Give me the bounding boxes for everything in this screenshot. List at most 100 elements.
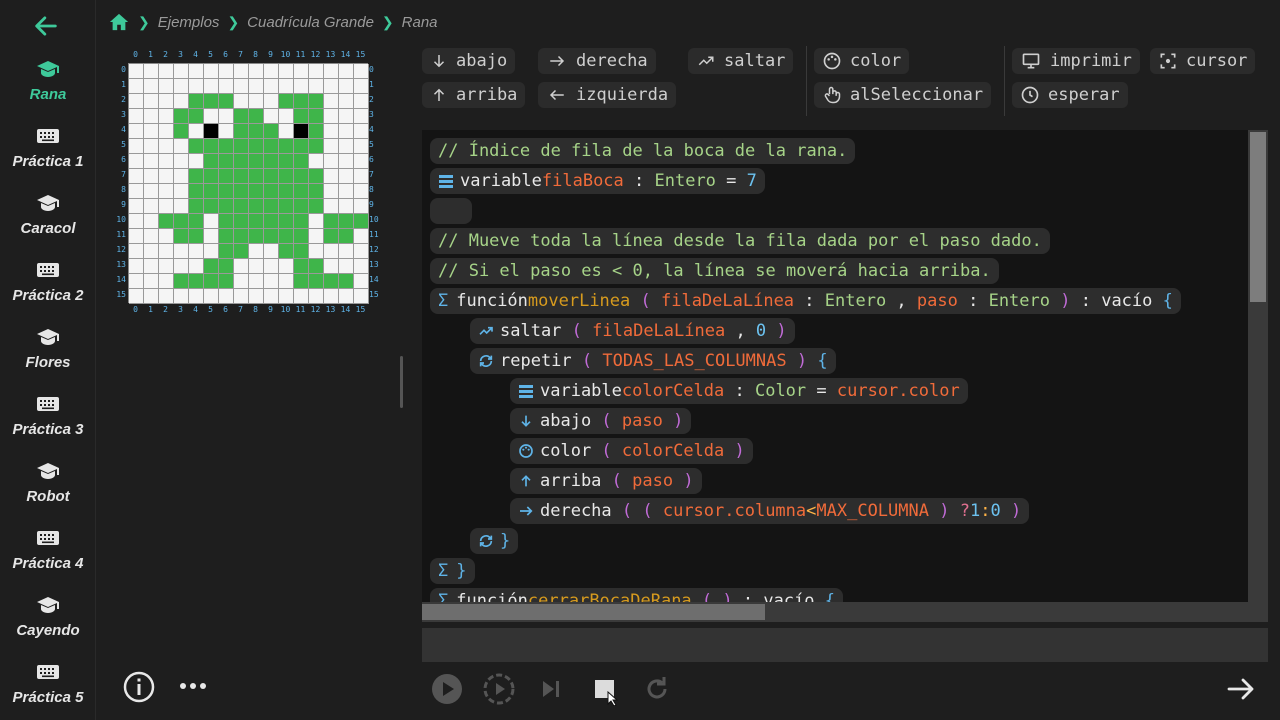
- grid-cell[interactable]: [264, 154, 279, 169]
- grid-cell[interactable]: [144, 109, 159, 124]
- grid-cell[interactable]: [189, 229, 204, 244]
- grid-cell[interactable]: [264, 79, 279, 94]
- grid-cell[interactable]: [129, 109, 144, 124]
- sidebar-item[interactable]: Robot: [0, 462, 96, 522]
- grid-cell[interactable]: [219, 124, 234, 139]
- grid-cell[interactable]: [234, 79, 249, 94]
- grid-cell[interactable]: [354, 94, 369, 109]
- grid-cell[interactable]: [159, 79, 174, 94]
- grid-cell[interactable]: [249, 229, 264, 244]
- info-icon[interactable]: [122, 670, 156, 704]
- grid-cell[interactable]: [159, 289, 174, 304]
- grid-cell[interactable]: [159, 124, 174, 139]
- grid-cell[interactable]: [264, 259, 279, 274]
- grid-cell[interactable]: [204, 124, 219, 139]
- grid-cell[interactable]: [234, 169, 249, 184]
- grid-cell[interactable]: [264, 139, 279, 154]
- grid-cell[interactable]: [279, 139, 294, 154]
- grid-cell[interactable]: [204, 169, 219, 184]
- grid-cell[interactable]: [264, 184, 279, 199]
- grid-cell[interactable]: [219, 289, 234, 304]
- grid-cell[interactable]: [324, 139, 339, 154]
- grid-cell[interactable]: [174, 64, 189, 79]
- grid-cell[interactable]: [249, 169, 264, 184]
- grid-cell[interactable]: [264, 64, 279, 79]
- code-line-comment[interactable]: // Índice de fila de la boca de la rana.: [430, 138, 856, 164]
- grid-cell[interactable]: [279, 169, 294, 184]
- grid-cell[interactable]: [204, 109, 219, 124]
- grid-cell[interactable]: [324, 154, 339, 169]
- grid-cell[interactable]: [144, 274, 159, 289]
- grid-cell[interactable]: [279, 94, 294, 109]
- step-play-icon[interactable]: [482, 672, 516, 706]
- grid-cell[interactable]: [339, 124, 354, 139]
- grid-cell[interactable]: [279, 64, 294, 79]
- grid-cell[interactable]: [234, 139, 249, 154]
- grid-cell[interactable]: [324, 184, 339, 199]
- grid-cell[interactable]: [189, 244, 204, 259]
- grid-cell[interactable]: [249, 139, 264, 154]
- grid-cell[interactable]: [354, 169, 369, 184]
- grid-cell[interactable]: [249, 289, 264, 304]
- grid-cell[interactable]: [144, 199, 159, 214]
- grid-cell[interactable]: [339, 259, 354, 274]
- sidebar-item[interactable]: Flores: [0, 328, 96, 388]
- grid-cell[interactable]: [204, 274, 219, 289]
- grid-cell[interactable]: [174, 79, 189, 94]
- code-line-derecha[interactable]: derecha ( ( cursor.columna < MAX_COLUMNA…: [510, 498, 1030, 524]
- restart-icon[interactable]: [640, 672, 674, 706]
- grid-cell[interactable]: [129, 289, 144, 304]
- grid-cell[interactable]: [249, 124, 264, 139]
- sidebar-item[interactable]: Práctica 2: [0, 261, 96, 321]
- grid-cell[interactable]: [144, 124, 159, 139]
- more-options-icon[interactable]: [176, 676, 210, 696]
- grid-cell[interactable]: [339, 64, 354, 79]
- izquierda-button[interactable]: izquierda: [538, 82, 677, 108]
- grid-cell[interactable]: [219, 184, 234, 199]
- grid-cell[interactable]: [159, 154, 174, 169]
- grid-cell[interactable]: [279, 199, 294, 214]
- grid-cell[interactable]: [219, 169, 234, 184]
- grid-cell[interactable]: [174, 244, 189, 259]
- grid-cell[interactable]: [309, 124, 324, 139]
- grid-cell[interactable]: [249, 184, 264, 199]
- grid-cell[interactable]: [354, 259, 369, 274]
- grid-cell[interactable]: [354, 184, 369, 199]
- breadcrumb-cuadricula[interactable]: Cuadrícula Grande: [247, 14, 374, 31]
- grid-cell[interactable]: [294, 124, 309, 139]
- grid-cell[interactable]: [144, 229, 159, 244]
- grid-cell[interactable]: [234, 199, 249, 214]
- grid-cell[interactable]: [354, 109, 369, 124]
- sidebar-item[interactable]: Práctica 5: [0, 663, 96, 720]
- grid-cell[interactable]: [234, 184, 249, 199]
- grid-cell[interactable]: [264, 274, 279, 289]
- esperar-button[interactable]: esperar: [1012, 82, 1128, 108]
- grid-cell[interactable]: [324, 214, 339, 229]
- grid-cell[interactable]: [174, 169, 189, 184]
- grid-cell[interactable]: [324, 289, 339, 304]
- grid-cell[interactable]: [279, 79, 294, 94]
- grid-cell[interactable]: [189, 79, 204, 94]
- grid-cell[interactable]: [309, 154, 324, 169]
- grid-cell[interactable]: [219, 244, 234, 259]
- grid-cell[interactable]: [189, 214, 204, 229]
- grid-cell[interactable]: [144, 64, 159, 79]
- grid-cell[interactable]: [339, 109, 354, 124]
- grid-cell[interactable]: [174, 184, 189, 199]
- code-line-comment[interactable]: // Si el paso es < 0, la línea se moverá…: [430, 258, 999, 284]
- grid-cell[interactable]: [309, 109, 324, 124]
- grid-cell[interactable]: [174, 229, 189, 244]
- grid-cell[interactable]: [174, 154, 189, 169]
- grid-cell[interactable]: [294, 184, 309, 199]
- grid-cell[interactable]: [294, 154, 309, 169]
- grid-cell[interactable]: [339, 289, 354, 304]
- grid-cell[interactable]: [339, 214, 354, 229]
- scrollbar-thumb[interactable]: [1250, 132, 1266, 302]
- grid-cell[interactable]: [189, 94, 204, 109]
- grid-cell[interactable]: [339, 169, 354, 184]
- grid-cell[interactable]: [264, 169, 279, 184]
- grid-cell[interactable]: [159, 109, 174, 124]
- grid-cell[interactable]: [249, 244, 264, 259]
- grid-cell[interactable]: [129, 79, 144, 94]
- grid-cell[interactable]: [204, 79, 219, 94]
